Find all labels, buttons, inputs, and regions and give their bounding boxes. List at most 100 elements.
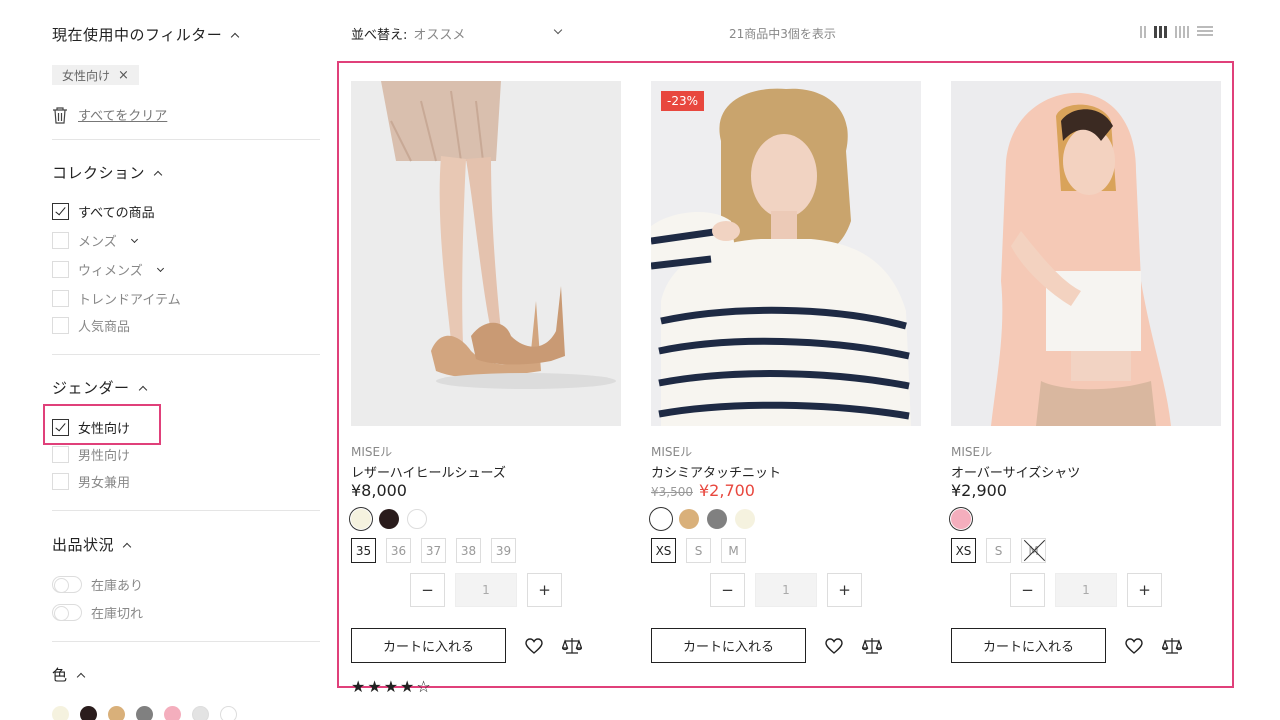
product-image[interactable] [951, 81, 1221, 426]
increase-button[interactable]: + [1127, 573, 1162, 607]
increase-button[interactable]: + [827, 573, 862, 607]
knit-photo [651, 81, 921, 426]
size-option[interactable]: 37 [421, 538, 446, 563]
add-to-cart-button[interactable]: カートに入れる [351, 628, 506, 663]
chevron-down-icon[interactable] [553, 25, 563, 35]
product-price: ¥8,000 [351, 481, 407, 500]
quantity-input[interactable]: 1 [755, 573, 817, 607]
add-to-cart-button[interactable]: カートに入れる [951, 628, 1106, 663]
product-name[interactable]: カシミアタッチニット [651, 462, 781, 481]
checkbox[interactable] [52, 261, 69, 278]
collection-option-trend[interactable]: トレンドアイテム [52, 289, 181, 308]
sort-select[interactable]: 並べ替え: オススメ [351, 24, 465, 43]
color-filter-swatch[interactable] [164, 706, 181, 720]
color-filter-swatch[interactable] [52, 706, 69, 720]
size-option[interactable]: S [986, 538, 1011, 563]
list-view-icon[interactable] [1197, 26, 1213, 38]
size-option[interactable]: 35 [351, 538, 376, 563]
checkbox[interactable] [52, 446, 69, 463]
color-heading[interactable]: 色 [52, 664, 85, 685]
option-label: 在庫切れ [91, 607, 144, 622]
decrease-button[interactable]: − [1010, 573, 1045, 607]
gender-title: ジェンダー [52, 379, 130, 397]
chevron-down-icon[interactable] [130, 235, 138, 243]
color-filter-swatch[interactable] [192, 706, 209, 720]
active-filter-tag[interactable]: 女性向け × [52, 65, 139, 85]
size-option[interactable]: XS [651, 538, 676, 563]
toggle-switch[interactable] [52, 604, 82, 621]
product-name[interactable]: レザーハイヒールシューズ [351, 462, 506, 481]
stock-heading[interactable]: 出品状況 [52, 534, 132, 555]
checkbox[interactable] [52, 232, 69, 249]
checkbox[interactable] [52, 317, 69, 334]
rating-stars: ★★★★☆ [351, 677, 433, 696]
compare-scale-icon[interactable] [1162, 636, 1182, 656]
color-swatch[interactable] [951, 509, 971, 529]
gender-option-men[interactable]: 男性向け [52, 445, 130, 464]
compare-scale-icon[interactable] [862, 636, 882, 656]
color-filter-swatch[interactable] [80, 706, 97, 720]
decrease-button[interactable]: − [410, 573, 445, 607]
card-actions: カートに入れる [651, 628, 882, 663]
color-swatch[interactable] [651, 509, 671, 529]
option-label: すべての商品 [78, 206, 155, 221]
product-name[interactable]: オーバーサイズシャツ [951, 462, 1080, 481]
heart-icon[interactable] [524, 636, 544, 656]
grid-4-icon[interactable] [1175, 26, 1189, 38]
product-image[interactable]: -23% [651, 81, 921, 426]
size-option[interactable]: 36 [386, 538, 411, 563]
quantity-input[interactable]: 1 [1055, 573, 1117, 607]
collection-option-popular[interactable]: 人気商品 [52, 316, 130, 335]
collection-option-mens[interactable]: メンズ [52, 231, 138, 250]
close-icon[interactable]: × [118, 68, 129, 83]
color-filter-swatch[interactable] [108, 706, 125, 720]
checkbox[interactable] [52, 203, 69, 220]
product-image[interactable] [351, 81, 621, 426]
chevron-down-icon[interactable] [156, 264, 164, 272]
heart-icon[interactable] [1124, 636, 1144, 656]
size-option[interactable]: 38 [456, 538, 481, 563]
grid-2-icon[interactable] [1140, 26, 1146, 38]
heart-icon[interactable] [824, 636, 844, 656]
color-swatch[interactable] [379, 509, 399, 529]
product-price: ¥3,500 ¥2,700 [651, 481, 755, 500]
color-swatch[interactable] [679, 509, 699, 529]
increase-button[interactable]: + [527, 573, 562, 607]
product-card: -23% MISEル カシミアタッチニット ¥3,500 ¥2,700 XS S… [651, 81, 921, 663]
color-swatch[interactable] [351, 509, 371, 529]
size-options: XS S M [951, 538, 1046, 563]
chevron-up-icon [153, 170, 163, 179]
checkbox[interactable] [52, 473, 69, 490]
color-swatch[interactable] [407, 509, 427, 529]
view-switcher [1140, 26, 1213, 38]
color-swatch[interactable] [707, 509, 727, 529]
size-option[interactable]: S [686, 538, 711, 563]
size-option[interactable]: 39 [491, 538, 516, 563]
checkbox[interactable] [52, 290, 69, 307]
option-label: トレンドアイテム [78, 293, 181, 308]
stock-option-in-stock[interactable]: 在庫あり [52, 575, 143, 594]
gender-heading[interactable]: ジェンダー [52, 377, 147, 398]
size-option-unavailable: M [1021, 538, 1046, 563]
add-to-cart-button[interactable]: カートに入れる [651, 628, 806, 663]
size-option[interactable]: M [721, 538, 746, 563]
product-card: MISEル オーバーサイズシャツ ¥2,900 XS S M − 1 + カート… [951, 81, 1221, 663]
size-option[interactable]: XS [951, 538, 976, 563]
collection-heading[interactable]: コレクション [52, 162, 163, 183]
gender-option-unisex[interactable]: 男女兼用 [52, 472, 130, 491]
clear-all-link[interactable]: すべてをクリア [52, 105, 167, 124]
stock-option-out-of-stock[interactable]: 在庫切れ [52, 603, 143, 622]
compare-scale-icon[interactable] [562, 636, 582, 656]
grid-3-icon[interactable] [1154, 26, 1167, 38]
result-count: 21商品中3個を表示 [729, 27, 836, 41]
color-filter-swatch[interactable] [136, 706, 153, 720]
decrease-button[interactable]: − [710, 573, 745, 607]
collection-option-womens[interactable]: ウィメンズ [52, 260, 164, 279]
active-filters-heading[interactable]: 現在使用中のフィルター [52, 24, 240, 45]
quantity-input[interactable]: 1 [455, 573, 517, 607]
collection-option-all[interactable]: すべての商品 [52, 202, 155, 221]
active-filters-title: 現在使用中のフィルター [52, 26, 223, 44]
color-swatch[interactable] [735, 509, 755, 529]
toggle-switch[interactable] [52, 576, 82, 593]
color-filter-swatch[interactable] [220, 706, 237, 720]
